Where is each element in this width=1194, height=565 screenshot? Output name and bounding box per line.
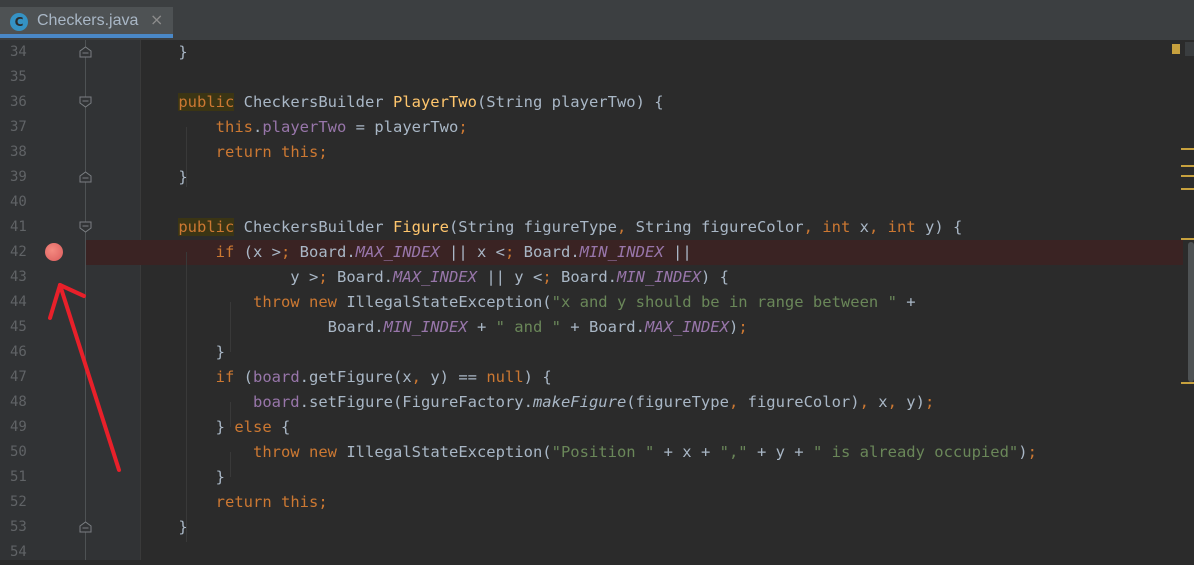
code-line-51: 51 } — [0, 465, 1194, 490]
line-number: 42 — [10, 244, 27, 260]
line-number: 36 — [10, 94, 27, 110]
code-line-49: 49 } else { — [0, 415, 1194, 440]
code-line-34: 34 } — [0, 40, 1194, 65]
code-line-38: 38 return this; — [0, 140, 1194, 165]
line-number: 44 — [10, 294, 27, 310]
code-line-52: 52 return this; — [0, 490, 1194, 515]
code-line-54: 54 — [0, 540, 1194, 565]
code-text[interactable]: } — [141, 165, 187, 190]
code-text[interactable]: Board.MIN_INDEX + " and " + Board.MAX_IN… — [141, 315, 748, 340]
error-stripe-mark[interactable] — [1181, 238, 1194, 240]
tab-label: Checkers.java — [37, 12, 139, 29]
close-icon[interactable]: × — [150, 10, 163, 29]
fold-icon[interactable] — [79, 171, 92, 183]
fold-icon[interactable] — [79, 96, 92, 108]
code-text[interactable]: } — [141, 465, 225, 490]
code-line-40: 40 — [0, 190, 1194, 215]
line-number: 48 — [10, 394, 27, 410]
warning-icon[interactable] — [1172, 44, 1180, 54]
scrollbar-thumb[interactable] — [1188, 242, 1194, 382]
code-token: } — [141, 43, 188, 61]
java-class-icon: C — [10, 13, 28, 31]
code-text[interactable]: if (x >; Board.MAX_INDEX || x <; Board.M… — [141, 240, 692, 265]
error-stripe-mark[interactable] — [1181, 175, 1194, 177]
code-line-41: 41 public CheckersBuilder Figure(String … — [0, 215, 1194, 240]
line-number: 41 — [10, 219, 27, 235]
code-line-46: 46 } — [0, 340, 1194, 365]
code-line-48: 48 board.setFigure(FigureFactory.makeFig… — [0, 390, 1194, 415]
error-stripe-mark[interactable] — [1181, 148, 1194, 150]
scrollbar-top — [1185, 42, 1194, 56]
fold-icon[interactable] — [79, 221, 92, 233]
code-line-44: 44 throw new IllegalStateException("x an… — [0, 290, 1194, 315]
code-text[interactable]: } — [141, 40, 188, 65]
line-number: 40 — [10, 194, 27, 210]
code-text[interactable]: board.setFigure(FigureFactory.makeFigure… — [141, 390, 934, 415]
code-text[interactable]: y >; Board.MAX_INDEX || y <; Board.MIN_I… — [141, 265, 729, 290]
error-stripe-mark[interactable] — [1181, 165, 1194, 167]
line-number: 49 — [10, 419, 27, 435]
line-number: 54 — [10, 544, 27, 560]
line-number: 35 — [10, 69, 27, 85]
line-number: 52 — [10, 494, 27, 510]
line-number: 46 — [10, 344, 27, 360]
error-stripe-mark[interactable] — [1181, 382, 1194, 384]
code-line-45: 45 Board.MIN_INDEX + " and " + Board.MAX… — [0, 315, 1194, 340]
code-line-39: 39 } — [0, 165, 1194, 190]
code-text[interactable]: } else { — [141, 415, 291, 440]
error-stripe-mark[interactable] — [1181, 188, 1194, 190]
code-line-37: 37 this.playerTwo = playerTwo; — [0, 115, 1194, 140]
line-number: 53 — [10, 519, 27, 535]
tab-checkers-java[interactable]: C Checkers.java × — [0, 7, 173, 38]
code-text[interactable]: public CheckersBuilder PlayerTwo(String … — [141, 90, 664, 115]
code-text[interactable]: return this; — [141, 140, 328, 165]
code-line-43: 43 y >; Board.MAX_INDEX || y <; Board.MI… — [0, 265, 1194, 290]
line-number: 34 — [10, 44, 27, 60]
code-line-50: 50 throw new IllegalStateException("Posi… — [0, 440, 1194, 465]
code-text[interactable]: throw new IllegalStateException("x and y… — [141, 290, 916, 315]
fold-icon[interactable] — [79, 521, 92, 533]
code-line-35: 35 — [0, 65, 1194, 90]
code-text[interactable]: this.playerTwo = playerTwo; — [141, 115, 468, 140]
line-number: 39 — [10, 169, 27, 185]
code-line-53: 53 } — [0, 515, 1194, 540]
code-text[interactable]: } — [141, 515, 187, 540]
code-text[interactable]: public CheckersBuilder Figure(String fig… — [141, 215, 962, 240]
code-line-47: 47 if (board.getFigure(x, y) == null) { — [0, 365, 1194, 390]
line-number: 50 — [10, 444, 27, 460]
line-number: 43 — [10, 269, 27, 285]
code-text[interactable]: return this; — [141, 490, 328, 515]
line-number: 45 — [10, 319, 27, 335]
line-number: 38 — [10, 144, 27, 160]
line-number: 51 — [10, 469, 27, 485]
code-text[interactable]: if (board.getFigure(x, y) == null) { — [141, 365, 552, 390]
code-text[interactable]: throw new IllegalStateException("Positio… — [141, 440, 1037, 465]
line-number: 47 — [10, 369, 27, 385]
code-line-36: 36 public CheckersBuilder PlayerTwo(Stri… — [0, 90, 1194, 115]
editor-tab-bar: C Checkers.java × — [0, 0, 1194, 40]
line-number: 37 — [10, 119, 27, 135]
code-line-42: 42 if (x >; Board.MAX_INDEX || x <; Boar… — [0, 240, 1194, 265]
fold-icon[interactable] — [79, 46, 92, 58]
breakpoint-icon[interactable] — [45, 243, 63, 261]
code-text[interactable]: } — [141, 340, 225, 365]
